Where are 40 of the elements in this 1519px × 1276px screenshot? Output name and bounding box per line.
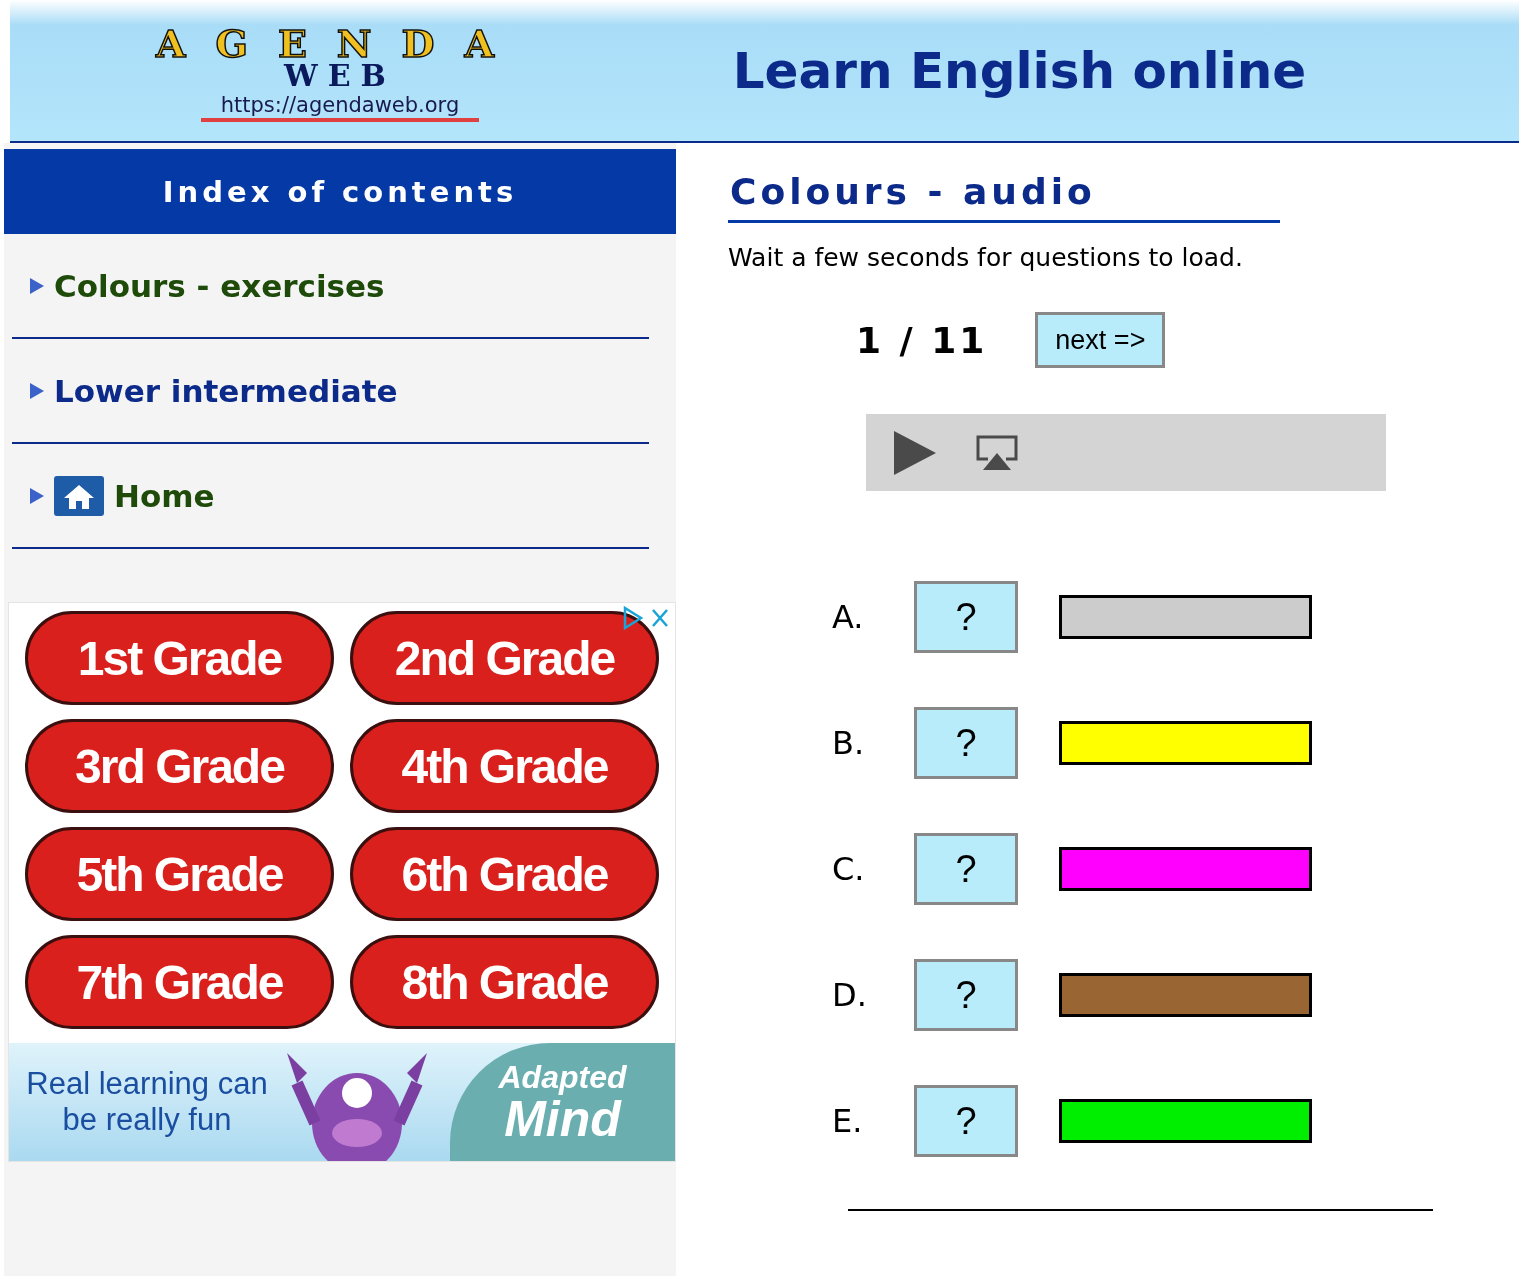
next-button[interactable]: next => (1035, 312, 1166, 368)
site-title: Learn English online (731, 41, 1308, 100)
grade-button[interactable]: 6th Grade (350, 827, 659, 921)
sidebar-link[interactable]: Lower intermediate (12, 339, 649, 444)
option-letter: B. (832, 724, 866, 762)
option-letter: E. (832, 1102, 864, 1140)
triangle-icon (30, 277, 44, 294)
answer-box[interactable]: ? (914, 707, 1018, 779)
option-letter: D. (832, 976, 868, 1014)
play-icon[interactable] (894, 430, 936, 475)
triangle-icon (30, 487, 44, 504)
triangle-icon (30, 382, 44, 399)
option-letter: A. (832, 598, 865, 636)
answer-box[interactable]: ? (914, 833, 1018, 905)
exercise-title: Colours - audio (728, 171, 1280, 223)
logo-subtitle: WEB (284, 59, 396, 92)
site-logo[interactable]: AGENDA WEB https://agendaweb.org (80, 5, 600, 136)
ad-banner[interactable]: 1st Grade 2nd Grade 3rd Grade 4th Grade 5th Grade 6th Grade 7th Grade 8th Grade Real learning can be really fun Adapted Mind (8, 602, 676, 1162)
answer-box[interactable]: ? (914, 1085, 1018, 1157)
grade-button[interactable]: 3rd Grade (25, 719, 334, 813)
house-icon (54, 475, 104, 516)
instruction-text: Wait a few seconds for questions to load. (728, 243, 1244, 272)
sidebar-link[interactable]: Colours - exercises (12, 234, 649, 339)
brand-logo: Adapted Mind (450, 1043, 675, 1161)
grade-button[interactable]: 2nd Grade (350, 611, 659, 705)
sidebar-title: Index of contents (4, 149, 676, 234)
grade-button[interactable]: 8th Grade (350, 935, 659, 1029)
airplay-icon[interactable] (976, 434, 1018, 471)
answer-box[interactable]: ? (914, 581, 1018, 653)
grade-button[interactable]: 4th Grade (350, 719, 659, 813)
grade-button[interactable]: 5th Grade (25, 827, 334, 921)
question-counter: 1 / 11 (856, 319, 988, 361)
grade-button[interactable]: 1st Grade (25, 611, 334, 705)
sidebar-link[interactable]: Home (12, 444, 649, 549)
ad-choices-icon[interactable] (621, 605, 671, 631)
option-letter: C. (832, 850, 866, 888)
grade-button[interactable]: 7th Grade (25, 935, 334, 1029)
ad-tagline: Real learning can be really fun (25, 1066, 269, 1138)
logo-url: https://agendaweb.org (200, 91, 480, 122)
answer-box[interactable]: ? (914, 959, 1018, 1031)
